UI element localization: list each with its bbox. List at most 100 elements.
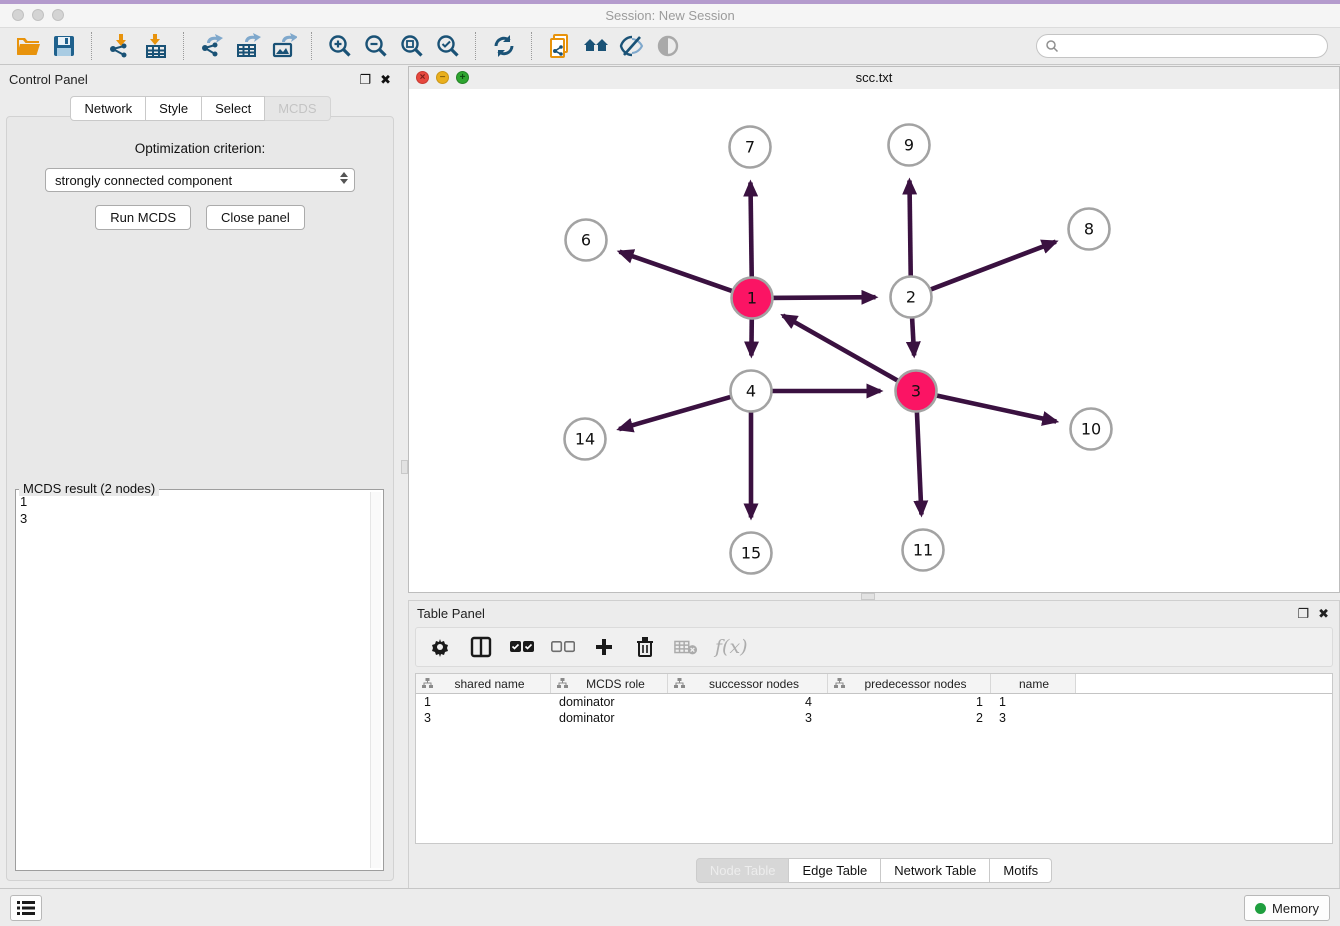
table-cell[interactable]: dominator (551, 710, 668, 726)
run-mcds-button[interactable]: Run MCDS (95, 205, 191, 230)
tab-motifs[interactable]: Motifs (990, 858, 1052, 883)
memory-button[interactable]: Memory (1244, 895, 1330, 921)
float-panel-icon[interactable]: ❐ (359, 72, 371, 88)
graph-edge-4-14[interactable] (619, 395, 737, 429)
tab-network-table[interactable]: Network Table (881, 858, 990, 883)
zoom-out-icon[interactable] (361, 31, 391, 61)
home-icon[interactable] (581, 31, 611, 61)
table-row[interactable]: 1dominator411 (416, 694, 1332, 710)
zoom-fit-icon[interactable] (397, 31, 427, 61)
import-network-icon[interactable] (105, 31, 135, 61)
tab-style[interactable]: Style (146, 96, 202, 121)
graph-node-3[interactable]: 3 (896, 371, 937, 412)
zoom-in-icon[interactable] (325, 31, 355, 61)
graph-edge-2-9[interactable] (909, 180, 910, 282)
tab-node-table[interactable]: Node Table (696, 858, 790, 883)
table-row[interactable]: 3dominator323 (416, 710, 1332, 726)
result-scrollbar[interactable] (370, 492, 381, 868)
tab-mcds[interactable]: MCDS (265, 96, 330, 121)
close-panel-icon[interactable]: ✖ (380, 72, 391, 88)
node-table[interactable]: shared nameMCDS rolesuccessor nodesprede… (415, 673, 1333, 844)
hide-style-icon[interactable] (617, 31, 647, 61)
graph-node-1[interactable]: 1 (732, 278, 773, 319)
refresh-icon[interactable] (489, 31, 519, 61)
tab-edge-table[interactable]: Edge Table (789, 858, 881, 883)
search-box[interactable] (1036, 34, 1328, 58)
horizontal-splitter[interactable] (408, 593, 1340, 600)
table-cell[interactable]: dominator (551, 694, 668, 710)
table-cell[interactable]: 1 (828, 694, 991, 710)
graph-node-8[interactable]: 8 (1069, 209, 1110, 250)
save-session-icon[interactable] (49, 31, 79, 61)
select-all-icon[interactable] (510, 635, 534, 659)
graph-node-15[interactable]: 15 (731, 533, 772, 574)
graph-node-4[interactable]: 4 (731, 371, 772, 412)
memory-status-icon (1255, 903, 1266, 914)
network-window-title: scc.txt (409, 70, 1339, 85)
memory-label: Memory (1272, 901, 1319, 916)
table-cell[interactable]: 3 (991, 710, 1076, 726)
table-cell[interactable]: 3 (416, 710, 551, 726)
graph-node-9[interactable]: 9 (889, 125, 930, 166)
export-table-icon[interactable] (233, 31, 263, 61)
network-canvas[interactable]: 7 9 6 8 1 2 4 3 14 10 15 11 (409, 89, 1339, 592)
tab-select[interactable]: Select (202, 96, 265, 121)
graph-node-2[interactable]: 2 (891, 277, 932, 318)
graph-node-7[interactable]: 7 (730, 127, 771, 168)
deselect-all-icon[interactable] (551, 635, 575, 659)
table-cell[interactable]: 4 (668, 694, 828, 710)
open-file-icon[interactable] (13, 31, 43, 61)
close-panel-icon[interactable]: ✖ (1318, 606, 1329, 622)
table-cell[interactable]: 1 (416, 694, 551, 710)
svg-text:14: 14 (575, 430, 595, 449)
splitter-grip[interactable] (861, 593, 875, 600)
column-header-name[interactable]: name (991, 674, 1076, 693)
optimization-criterion-label: Optimization criterion: (7, 141, 393, 156)
graph-node-14[interactable]: 14 (565, 419, 606, 460)
graph-node-6[interactable]: 6 (566, 220, 607, 261)
graph-node-11[interactable]: 11 (903, 530, 944, 571)
table-cell[interactable]: 2 (828, 710, 991, 726)
delete-column-icon[interactable] (633, 635, 657, 659)
table-cell[interactable]: 1 (991, 694, 1076, 710)
task-history-button[interactable] (10, 895, 42, 921)
table-header-row: shared nameMCDS rolesuccessor nodesprede… (416, 674, 1332, 694)
svg-text:4: 4 (746, 382, 756, 401)
column-header-predecessor-nodes[interactable]: predecessor nodes (828, 674, 991, 693)
column-type-icon (834, 678, 845, 689)
import-table-icon[interactable] (141, 31, 171, 61)
column-header-MCDS-role[interactable]: MCDS role (551, 674, 668, 693)
float-panel-icon[interactable]: ❐ (1297, 606, 1309, 622)
graph-node-10[interactable]: 10 (1071, 409, 1112, 450)
graph-edge-1-2[interactable] (766, 297, 875, 298)
svg-text:7: 7 (745, 138, 755, 157)
tab-network[interactable]: Network (70, 96, 146, 121)
network-graph[interactable]: 7 9 6 8 1 2 4 3 14 10 15 11 (409, 89, 1339, 592)
graph-edge-2-8[interactable] (925, 242, 1056, 292)
graph-edge-3-11[interactable] (917, 405, 922, 514)
app-title: Session: New Session (0, 8, 1340, 23)
list-icon (17, 901, 35, 915)
split-columns-icon[interactable] (469, 635, 493, 659)
svg-text:9: 9 (904, 136, 914, 155)
search-input[interactable] (1064, 38, 1327, 55)
network-window-titlebar[interactable]: × − + scc.txt (409, 67, 1339, 90)
toolbar-separator (531, 32, 533, 60)
optimization-criterion-select[interactable]: strongly connected component (45, 168, 355, 192)
table-settings-icon[interactable] (428, 635, 452, 659)
export-network-icon[interactable] (197, 31, 227, 61)
zoom-selected-icon[interactable] (433, 31, 463, 61)
close-panel-button[interactable]: Close panel (206, 205, 305, 230)
table-cell[interactable]: 3 (668, 710, 828, 726)
splitter-grip[interactable] (401, 460, 408, 474)
export-image-icon[interactable] (269, 31, 299, 61)
graph-edge-1-7[interactable] (750, 182, 751, 283)
table-panel: Table Panel ❐ ✖ f(x) shared nameMCDS r (408, 600, 1340, 889)
column-header-shared-name[interactable]: shared name (416, 674, 551, 693)
graph-edge-3-10[interactable] (930, 394, 1056, 421)
add-column-icon[interactable] (592, 635, 616, 659)
duplicate-network-icon[interactable] (545, 31, 575, 61)
column-header-successor-nodes[interactable]: successor nodes (668, 674, 828, 693)
graph-edge-1-6[interactable] (620, 252, 739, 294)
graph-edge-3-1[interactable] (783, 316, 904, 384)
